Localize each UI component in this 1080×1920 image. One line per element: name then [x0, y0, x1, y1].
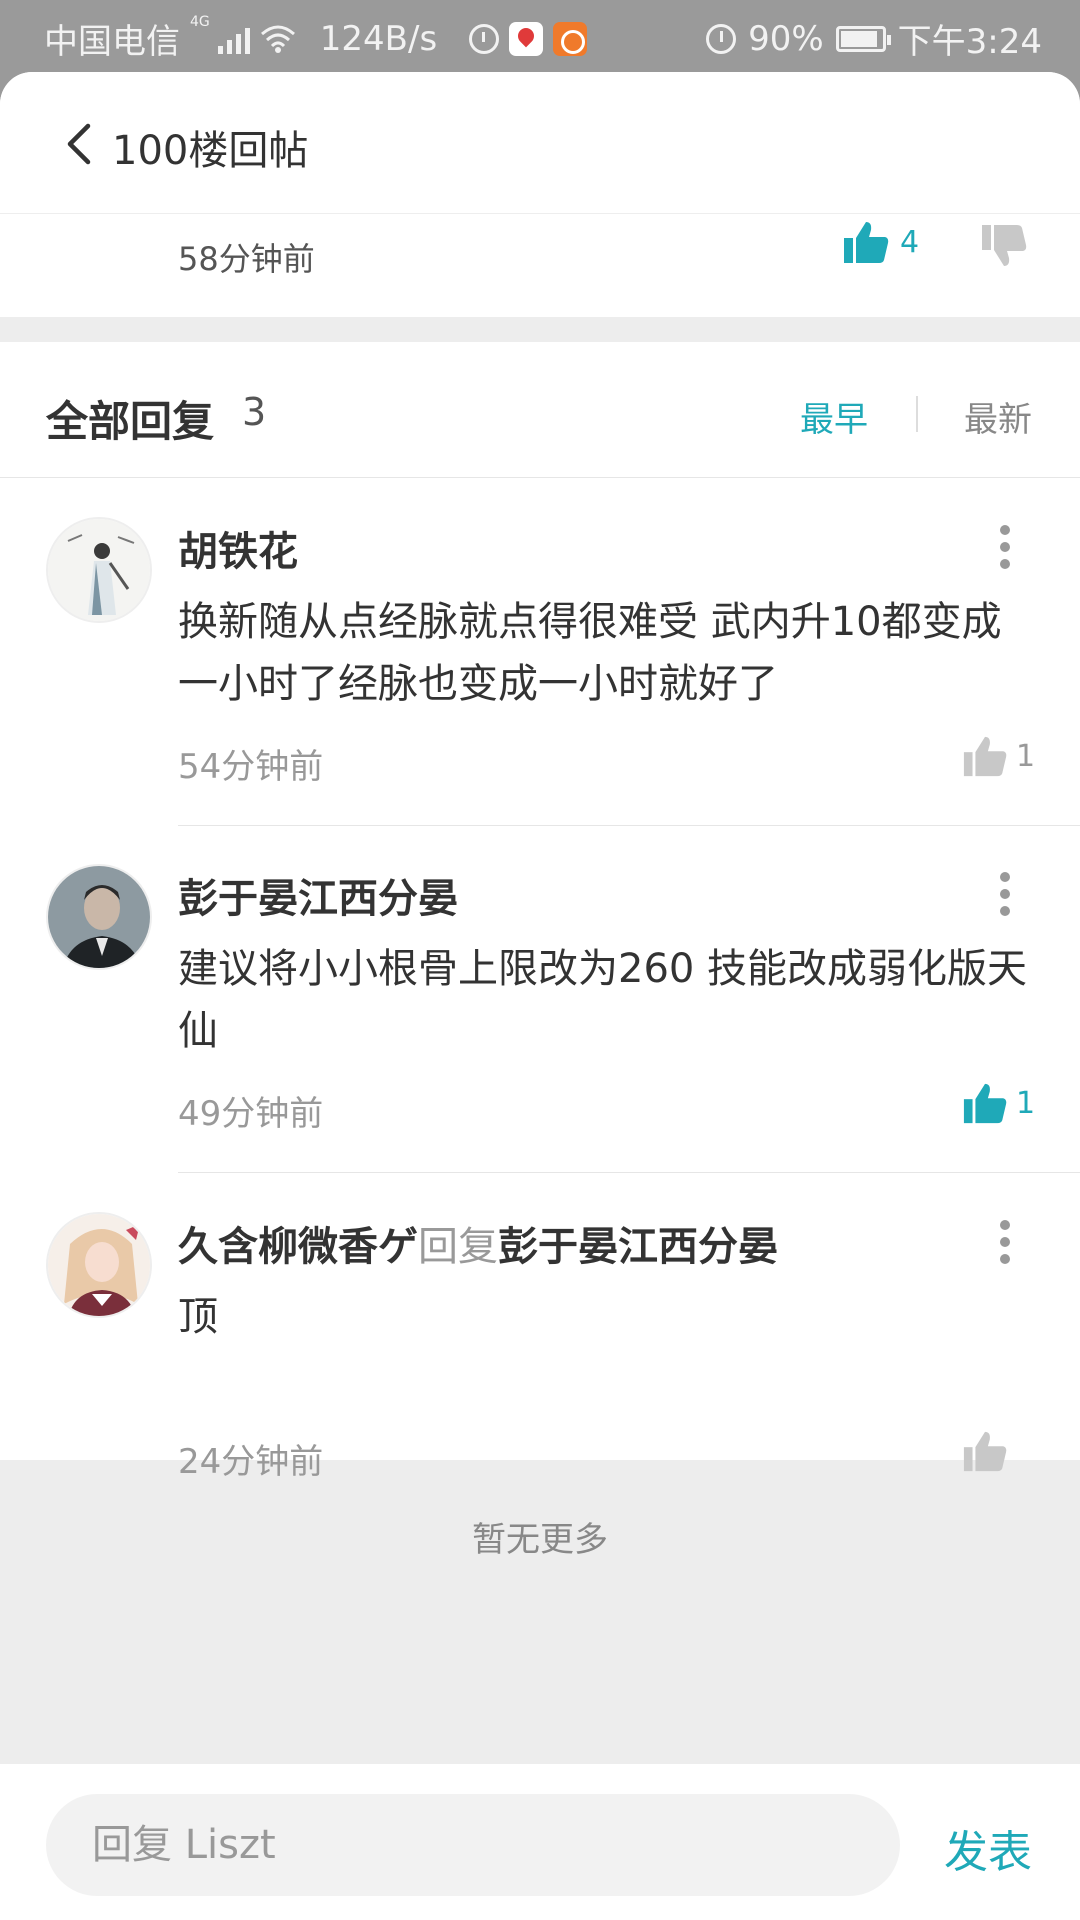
reply-timestamp: 49分钟前 [178, 1094, 324, 1134]
reply-bar: 发表 [0, 1764, 1080, 1920]
author-name[interactable]: 胡铁花 [178, 519, 298, 577]
reply-item[interactable]: 胡铁花 换新随从点经脉就点得很难受 武内升10都变成一小时了经脉也变成一小时就好… [0, 479, 1080, 826]
battery-percent: 90% [748, 18, 824, 59]
post-like-count: 4 [900, 224, 920, 260]
page-title: 100楼回帖 [112, 128, 309, 174]
battery-fill [840, 30, 877, 47]
author-name[interactable]: 久含柳微香ゲ [178, 1224, 418, 1270]
like-button[interactable] [962, 1428, 1008, 1474]
status-left: 中国电信 4G 124B/s [44, 14, 588, 63]
clock: 下午3:24 [897, 22, 1042, 62]
alarm-icon [706, 23, 737, 54]
more-icon[interactable] [998, 1220, 1012, 1264]
more-icon[interactable] [998, 525, 1012, 569]
thumbs-up-icon [963, 736, 1007, 777]
reply-item[interactable]: 久含柳微香ゲ回复彭于晏江西分晏 顶 24分钟前 [0, 1174, 1080, 1521]
reply-to-name[interactable]: 彭于晏江西分晏 [498, 1224, 778, 1270]
status-right: 90% 下午3:24 [706, 14, 1042, 63]
wifi-icon [260, 25, 295, 53]
thumbs-up-icon [963, 1431, 1007, 1472]
like-count: 1 [1016, 1085, 1036, 1121]
reply-content: 换新随从点经脉就点得很难受 武内升10都变成一小时了经脉也变成一小时就好了 [178, 599, 1002, 707]
signal-icon [217, 24, 250, 54]
like-count: 1 [1016, 738, 1036, 774]
author-line: 久含柳微香ゲ回复彭于晏江西分晏 [178, 1214, 778, 1272]
timer-icon [469, 23, 500, 54]
post-timestamp: 58分钟前 [178, 240, 315, 278]
reply-content: 建议将小小根骨上限改为260 技能改成弱化版天仙 [178, 946, 1028, 1054]
avatar[interactable] [46, 517, 152, 623]
reply-timestamp: 54分钟前 [178, 747, 324, 787]
reply-timestamp: 24分钟前 [178, 1442, 324, 1482]
sort-earliest-tab[interactable]: 最早 [800, 392, 868, 441]
post-like-button[interactable]: 4 [842, 218, 919, 266]
publish-button[interactable]: 发表 [944, 1816, 1032, 1880]
like-button[interactable]: 1 [962, 1080, 1035, 1126]
browser-app-icon [553, 21, 588, 56]
like-button[interactable]: 1 [962, 733, 1035, 779]
author-name[interactable]: 彭于晏江西分晏 [178, 866, 458, 924]
sort-divider [916, 396, 918, 432]
replies-count: 3 [242, 390, 267, 434]
reply-to-label: 回复 [418, 1224, 498, 1270]
back-icon[interactable] [62, 122, 98, 166]
more-icon[interactable] [998, 872, 1012, 916]
replies-title: 全部回复 [46, 397, 215, 446]
network-type: 4G [190, 14, 210, 30]
header: 100楼回帖 [0, 72, 1080, 214]
carrier-label: 中国电信 [44, 22, 180, 62]
thumbs-down-icon[interactable] [980, 222, 1028, 270]
thumbs-up-icon [963, 1083, 1007, 1124]
replies-header: 全部回复 3 最早 最新 [0, 342, 1080, 478]
no-more-text: 暂无更多 [472, 1520, 608, 1560]
reply-item[interactable]: 彭于晏江西分晏 建议将小小根骨上限改为260 技能改成弱化版天仙 49分钟前 1 [0, 826, 1080, 1173]
thumbs-up-icon [844, 222, 889, 263]
avatar[interactable] [46, 864, 152, 970]
network-speed: 124B/s [319, 18, 438, 59]
status-bar: 中国电信 4G 124B/s 90% 下午3:24 [0, 0, 1080, 74]
avatar[interactable] [46, 1212, 152, 1318]
map-app-icon [509, 21, 544, 56]
replies-panel: 全部回复 3 最早 最新 胡铁花 换新随从点经脉就点得很难受 武内升10都变成一… [0, 342, 1080, 1482]
sort-latest-tab[interactable]: 最新 [964, 392, 1032, 441]
reply-content: 顶 [178, 1294, 218, 1340]
original-post-footer: 58分钟前 4 [0, 214, 1080, 317]
divider [178, 1172, 1080, 1173]
battery-icon [835, 25, 891, 52]
reply-input[interactable] [46, 1794, 900, 1896]
reply-sheet: 100楼回帖 58分钟前 4 全部回复 3 最早 最新 胡铁花 换新随从点经脉就… [0, 72, 1080, 1920]
